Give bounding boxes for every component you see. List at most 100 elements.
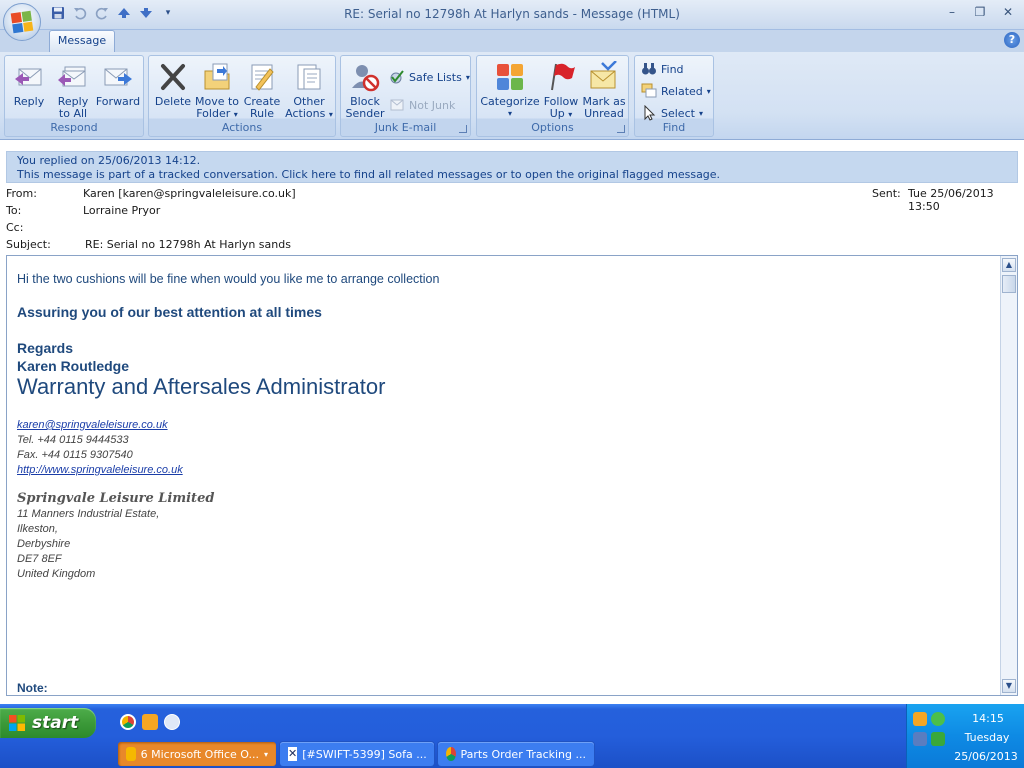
pointer-icon <box>644 105 656 121</box>
mark-as-unread-icon <box>590 61 617 89</box>
restore-icon[interactable]: ❐ <box>972 4 988 20</box>
from-value[interactable]: Karen [karen@springvaleleisure.co.uk] <box>83 187 296 200</box>
find-button[interactable]: Find <box>641 60 684 78</box>
reply-button[interactable]: Reply <box>7 58 51 122</box>
tab-message[interactable]: Message <box>49 30 115 52</box>
move-to-folder-button[interactable]: Move to Folder ▾ <box>193 58 241 122</box>
message-content: Hi the two cushions will be fine when wo… <box>17 272 977 582</box>
clock-date: 25/06/2013 <box>954 750 1018 763</box>
dropdown-arrow-icon: ▾ <box>465 72 470 82</box>
follow-up-button[interactable]: Follow Up ▾ <box>541 58 581 122</box>
info-bar-tracked-conversation: This message is part of a tracked conver… <box>17 168 721 181</box>
not-junk-icon <box>390 99 404 111</box>
related-messages-icon <box>641 83 657 98</box>
fax-line: Fax. +44 0115 9307540 <box>17 449 133 461</box>
scroll-up-icon[interactable]: ▲ <box>1002 258 1016 272</box>
group-junk-email: Block Sender Safe Lists ▾ Not Junk Junk … <box>340 55 471 137</box>
options-launcher-icon[interactable] <box>617 125 625 133</box>
minimize-icon[interactable]: – <box>944 4 960 20</box>
security-tray-icon[interactable] <box>931 732 945 746</box>
office-button[interactable] <box>3 3 41 41</box>
system-tray: 14:15 Tuesday 25/06/2013 <box>906 704 1024 768</box>
title-bar: ▾ RE: Serial no 12798h At Harlyn sands -… <box>0 0 1024 30</box>
not-junk-button[interactable]: Not Junk <box>389 96 455 114</box>
move-to-folder-icon <box>204 63 230 90</box>
categorize-icon <box>497 64 523 90</box>
windows-logo-icon <box>9 715 25 731</box>
categorize-button[interactable]: Categorize ▾ <box>479 58 541 122</box>
task-parts-order-tracking[interactable]: Parts Order Tracking ... <box>438 742 594 766</box>
note-label: Note: <box>17 681 48 695</box>
safe-lists-button[interactable]: Safe Lists ▾ <box>389 68 470 86</box>
message-body[interactable]: Hi the two cushions will be fine when wo… <box>6 255 1018 696</box>
assurance-line: Assuring you of our best attention at al… <box>17 304 322 320</box>
signature-job-title: Warranty and Aftersales Administrator <box>17 374 386 399</box>
from-label: From: <box>6 187 37 200</box>
chrome-quicklaunch-icon[interactable] <box>120 714 136 730</box>
mark-as-unread-button[interactable]: Mark as Unread <box>581 58 627 122</box>
company-address: 11 Manners Industrial Estate, Ilkeston, … <box>17 508 160 580</box>
network-tray-icon[interactable] <box>913 732 927 746</box>
reply-all-button[interactable]: Reply to All <box>51 58 95 122</box>
group-options: Categorize ▾ Follow Up ▾ Mark as Unread … <box>476 55 629 137</box>
website-link[interactable]: http://www.springvaleleisure.co.uk <box>17 464 183 476</box>
outlook-quicklaunch-icon[interactable] <box>142 714 158 730</box>
create-rule-button[interactable]: Create Rule <box>241 58 283 122</box>
dropdown-arrow-icon: ▾ <box>568 110 573 119</box>
reply-icon <box>15 68 42 86</box>
dropdown-arrow-icon: ▾ <box>328 110 333 119</box>
email-link[interactable]: karen@springvaleleisure.co.uk <box>17 419 168 431</box>
ie-quicklaunch-icon[interactable] <box>164 714 180 730</box>
task-swift-sofa[interactable]: ✕ [#SWIFT-5399] Sofa ... <box>280 742 434 766</box>
group-label-actions: Actions <box>221 121 263 134</box>
forward-button[interactable]: Forward <box>95 58 141 122</box>
select-button[interactable]: Select ▾ <box>641 104 703 122</box>
delete-icon <box>161 64 185 90</box>
info-bar-replied: You replied on 25/06/2013 14:12. <box>17 154 201 167</box>
start-button[interactable]: start <box>0 708 96 738</box>
group-actions: Delete Move to Folder ▾ Create Rule Othe… <box>148 55 336 137</box>
delete-button[interactable]: Delete <box>151 58 195 122</box>
reply-all-icon <box>58 66 86 87</box>
junk-options-launcher-icon[interactable] <box>459 125 467 133</box>
sent-label: Sent: <box>872 187 901 200</box>
dropdown-arrow-icon: ▾ <box>263 749 268 759</box>
vertical-scrollbar[interactable]: ▲ ▼ <box>1000 256 1017 695</box>
clock-day: Tuesday <box>964 731 1010 744</box>
task-microsoft-office[interactable]: 6 Microsoft Office O... ▾ <box>118 742 276 766</box>
group-find: Find Related ▾ Select ▾ Find <box>634 55 714 137</box>
info-bar[interactable]: You replied on 25/06/2013 14:12. This me… <box>6 151 1018 183</box>
close-icon[interactable]: ✕ <box>1000 4 1016 20</box>
outlook-icon <box>126 747 136 761</box>
group-label-junk-email: Junk E-mail <box>374 121 437 134</box>
signature-name: Karen Routledge <box>17 358 130 374</box>
other-actions-icon <box>297 64 321 90</box>
group-label-options: Options <box>531 121 574 134</box>
dropdown-arrow-icon: ▾ <box>706 86 711 96</box>
message-line: Hi the two cushions will be fine when wo… <box>17 272 440 286</box>
sent-value: Tue 25/06/2013 13:50 <box>908 187 994 213</box>
company-name: Springvale Leisure Limited <box>17 491 215 506</box>
other-actions-button[interactable]: Other Actions ▾ <box>285 58 333 122</box>
chrome-icon <box>446 747 456 761</box>
window-title: RE: Serial no 12798h At Harlyn sands - M… <box>344 7 680 21</box>
scroll-down-icon[interactable]: ▼ <box>1002 679 1016 693</box>
outlook-tray-icon[interactable] <box>913 712 927 726</box>
app-icon: ✕ <box>288 747 298 761</box>
help-icon[interactable]: ? <box>1004 32 1020 48</box>
cc-label: Cc: <box>6 221 24 234</box>
regards-line: Regards <box>17 340 74 356</box>
to-value[interactable]: Lorraine Pryor <box>83 204 160 217</box>
scroll-thumb[interactable] <box>1002 275 1016 293</box>
block-sender-button[interactable]: Block Sender <box>343 58 387 122</box>
safe-lists-icon <box>390 70 404 84</box>
status-tray-icon[interactable] <box>931 712 945 726</box>
forward-icon <box>104 68 132 86</box>
dropdown-arrow-icon: ▾ <box>507 109 512 118</box>
block-sender-icon <box>352 65 380 92</box>
related-button[interactable]: Related ▾ <box>641 82 711 100</box>
subject-label: Subject: <box>6 238 51 251</box>
subject-value: RE: Serial no 12798h At Harlyn sands <box>85 238 291 251</box>
ribbon-tab-row: Message ? <box>0 30 1024 52</box>
group-respond: Reply Reply to All Forward Respond <box>4 55 144 137</box>
